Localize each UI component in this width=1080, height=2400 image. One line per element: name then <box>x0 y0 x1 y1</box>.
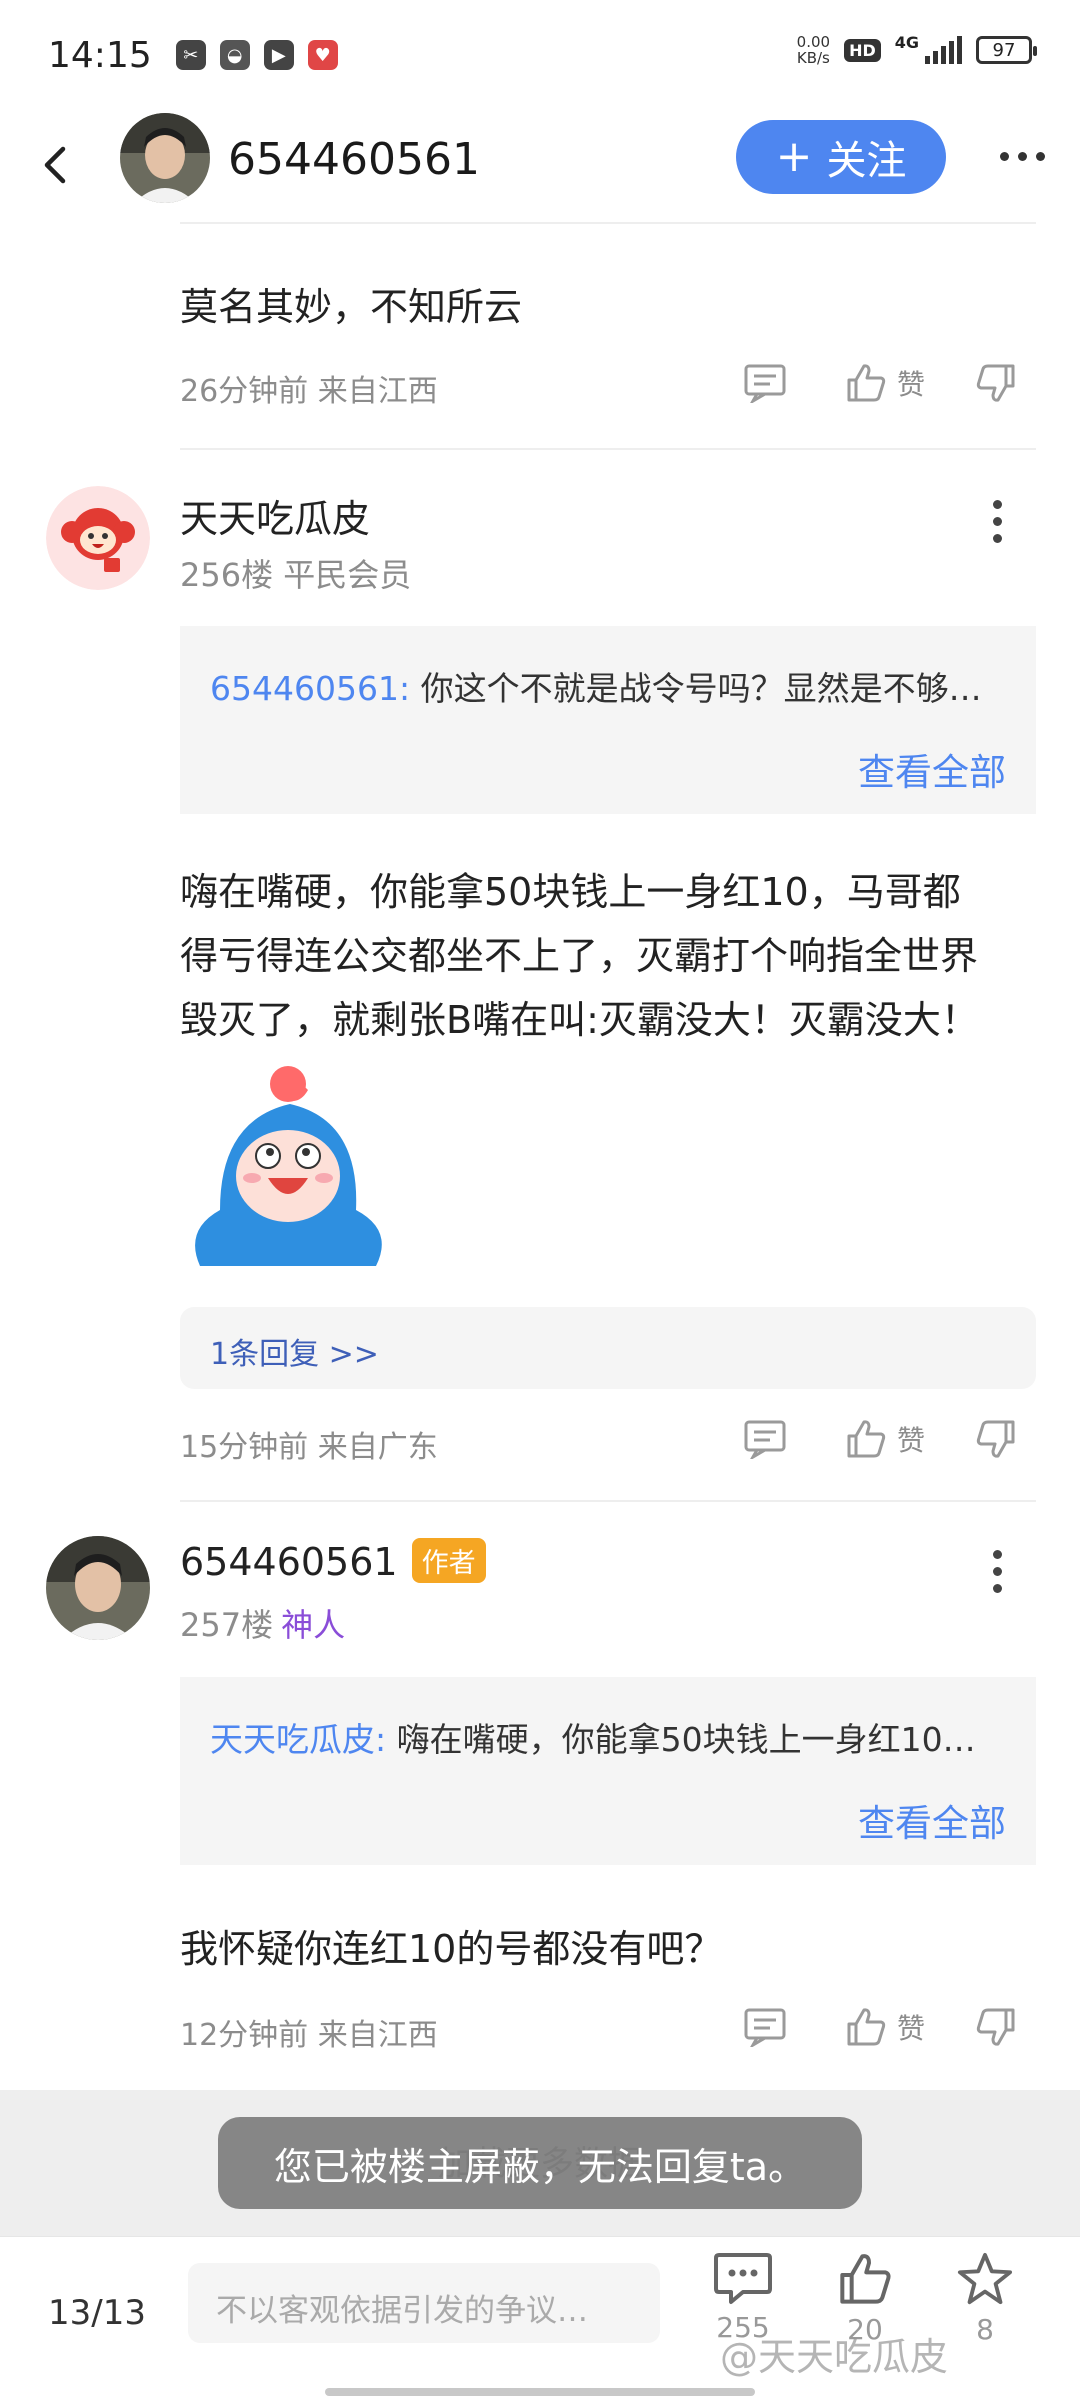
status-bar: 14:15 ✂ ◒ ▶ ♥ 0.00 KB/s HD 4G 97 <box>0 0 1080 110</box>
comment-more-icon[interactable] <box>993 1550 1002 1593</box>
reply-icon[interactable] <box>735 2007 795 2047</box>
thumbs-up-icon <box>847 364 886 402</box>
plus-icon: + <box>775 131 813 182</box>
reply-icon[interactable] <box>735 363 795 403</box>
status-time: 14:15 <box>48 34 152 76</box>
comment-input[interactable]: 不以客观依据引发的争议… <box>188 2263 660 2343</box>
divider <box>180 448 1036 450</box>
favorite-button[interactable]: 8 <box>940 2251 1030 2346</box>
commenter-avatar[interactable] <box>46 1536 150 1640</box>
back-icon[interactable] <box>30 140 80 190</box>
author-badge: 作者 <box>411 1538 486 1583</box>
quoted-reply[interactable]: 天天吃瓜皮: 嗨在嘴硬，你能拿50块钱上一身红10… 查看全部 <box>180 1677 1036 1865</box>
header: 654460561 + 关注 <box>0 110 1080 225</box>
hd-icon: HD <box>844 38 881 62</box>
comment-more-icon[interactable] <box>993 500 1002 543</box>
watermark: @天天吃瓜皮 <box>720 2335 949 2379</box>
comment-text: 莫名其妙，不知所云 <box>180 285 523 329</box>
comment-meta: 12分钟前 来自江西 <box>180 2018 438 2053</box>
app-notification-icon: ◒ <box>219 40 250 70</box>
like-button[interactable]: 赞 <box>845 2006 925 2048</box>
network-type: 4G <box>894 32 919 52</box>
floor-info: 257楼 神人 <box>180 1606 346 1644</box>
comment-actions: 赞 <box>735 2006 1017 2048</box>
floor-info: 256楼 平民会员 <box>180 556 412 594</box>
thumbs-up-icon <box>847 1420 886 1458</box>
comment-body-line: 嗨在嘴硬，你能拿50块钱上一身红10，马哥都 <box>180 870 961 914</box>
view-all-link[interactable]: 查看全部 <box>858 742 1006 796</box>
app-notification-icon: ♥ <box>307 40 338 70</box>
commenter-avatar[interactable] <box>46 486 150 590</box>
view-all-link[interactable]: 查看全部 <box>858 1793 1006 1847</box>
like-button[interactable]: 赞 <box>845 362 925 404</box>
comment-body: 我怀疑你连红10的号都没有吧？ <box>180 1927 723 1971</box>
like-button[interactable]: 赞 <box>845 1418 925 1460</box>
quote-line: 654460561: 你这个不就是战令号吗？显然是不够… <box>210 669 982 708</box>
dislike-icon[interactable] <box>975 362 1017 404</box>
divider <box>180 222 1036 224</box>
page-indicator[interactable]: 13/13 <box>48 2293 146 2333</box>
dislike-icon[interactable] <box>975 1418 1017 1460</box>
battery-icon: 97 <box>976 36 1037 64</box>
divider <box>180 1500 1036 1502</box>
comment-meta: 15分钟前 来自广东 <box>180 1430 438 1465</box>
favorite-count: 8 <box>976 2313 994 2346</box>
network-speed: 0.00 KB/s <box>796 33 831 67</box>
comment-icon <box>714 2253 772 2304</box>
follow-button[interactable]: + 关注 <box>736 120 946 194</box>
reply-icon[interactable] <box>735 1419 795 1459</box>
thumbs-up-icon <box>840 2254 891 2304</box>
sticker-image[interactable] <box>180 1060 400 1270</box>
author-avatar[interactable] <box>120 113 210 203</box>
more-options-icon[interactable] <box>1000 152 1045 161</box>
header-username[interactable]: 654460561 <box>228 134 480 185</box>
comment-body-line: 得亏得连公交都坐不上了，灭霸打个响指全世界 <box>180 934 979 978</box>
thumbs-up-icon <box>847 2008 886 2046</box>
app-notification-icon: ✂ <box>175 40 206 70</box>
comment-body-line: 毁灭了，就剩张B嘴在叫:灭霸没大！灭霸没大！ <box>180 998 979 1042</box>
commenter-username[interactable]: 天天吃瓜皮 <box>180 488 370 543</box>
comment-meta: 26分钟前 来自江西 <box>180 374 438 409</box>
dislike-icon[interactable] <box>975 2006 1017 2048</box>
commenter-username[interactable]: 654460561 作者 <box>180 1538 486 1587</box>
comment-actions: 赞 <box>735 362 1017 404</box>
star-icon <box>957 2252 1013 2305</box>
comment-actions: 赞 <box>735 1418 1017 1460</box>
quoted-reply[interactable]: 654460561: 你这个不就是战令号吗？显然是不够… 查看全部 <box>180 626 1036 814</box>
toast-message: 您已被楼主屏蔽，无法回复ta。 <box>218 2117 862 2209</box>
signal-icon <box>925 36 962 64</box>
quote-line: 天天吃瓜皮: 嗨在嘴硬，你能拿50块钱上一身红10… <box>210 1720 976 1759</box>
view-replies-link[interactable]: 1条回复 >> <box>180 1307 1036 1389</box>
home-indicator[interactable] <box>325 2388 755 2396</box>
member-rank: 神人 <box>281 1606 346 1644</box>
play-notification-icon: ▶ <box>263 40 294 70</box>
